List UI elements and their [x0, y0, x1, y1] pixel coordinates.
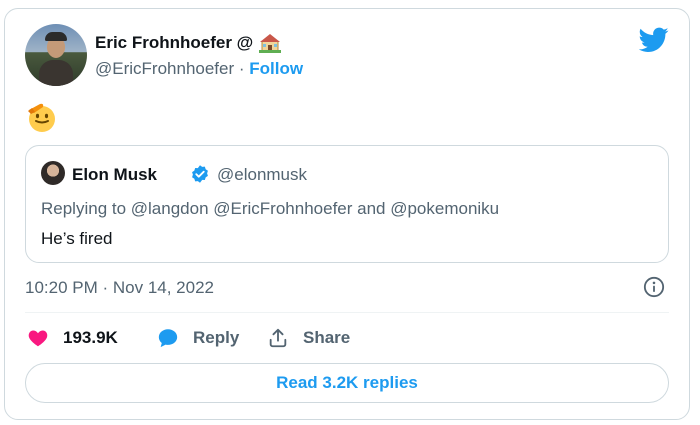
like-count: 193.9K: [63, 328, 118, 347]
separator-dot: ·: [234, 59, 250, 78]
follow-link[interactable]: Follow: [249, 59, 303, 78]
author-name[interactable]: Eric Frohnhoefer @: [95, 33, 253, 53]
info-icon[interactable]: [643, 276, 665, 298]
quoted-author-handle[interactable]: @elonmusk: [217, 165, 307, 185]
like-button[interactable]: 193.9K: [27, 327, 118, 349]
reply-label: Reply: [193, 328, 240, 347]
quoted-author-name[interactable]: Elon Musk: [72, 165, 157, 185]
verified-badge-icon: [192, 165, 208, 183]
quoted-text: He’s fired: [41, 229, 113, 248]
reply-button[interactable]: Reply: [157, 327, 239, 349]
divider: [25, 312, 669, 313]
author-avatar[interactable]: [25, 24, 87, 86]
author-name-row[interactable]: Eric Frohnhoefer @: [95, 33, 282, 53]
author-handle[interactable]: @EricFrohnhoefer: [95, 59, 234, 78]
heart-icon: [28, 330, 48, 347]
quoted-tweet[interactable]: Elon Musk @elonmusk Replying to @langdon…: [25, 145, 669, 263]
quoted-avatar[interactable]: [41, 161, 65, 185]
twitter-bird-icon[interactable]: [639, 27, 669, 53]
read-replies-button[interactable]: Read 3.2K replies: [25, 363, 669, 403]
quoted-reply-line: Replying to @langdon @EricFrohnhoefer an…: [41, 199, 500, 218]
tweet-timestamp[interactable]: 10:20 PM · Nov 14, 2022: [25, 278, 214, 298]
share-label: Share: [303, 328, 351, 347]
share-button[interactable]: Share: [267, 327, 350, 349]
reply-bubble-icon: [158, 329, 178, 348]
author-handle-row: @EricFrohnhoefer · Follow: [95, 59, 303, 79]
tweet-card: Eric Frohnhoefer @ @EricFrohnhoefer · Fo…: [4, 8, 690, 420]
house-emoji-icon: [259, 34, 282, 53]
saluting-face-emoji-icon: [28, 103, 55, 132]
read-replies-label: Read 3.2K replies: [276, 373, 418, 392]
share-upload-icon: [269, 328, 287, 348]
